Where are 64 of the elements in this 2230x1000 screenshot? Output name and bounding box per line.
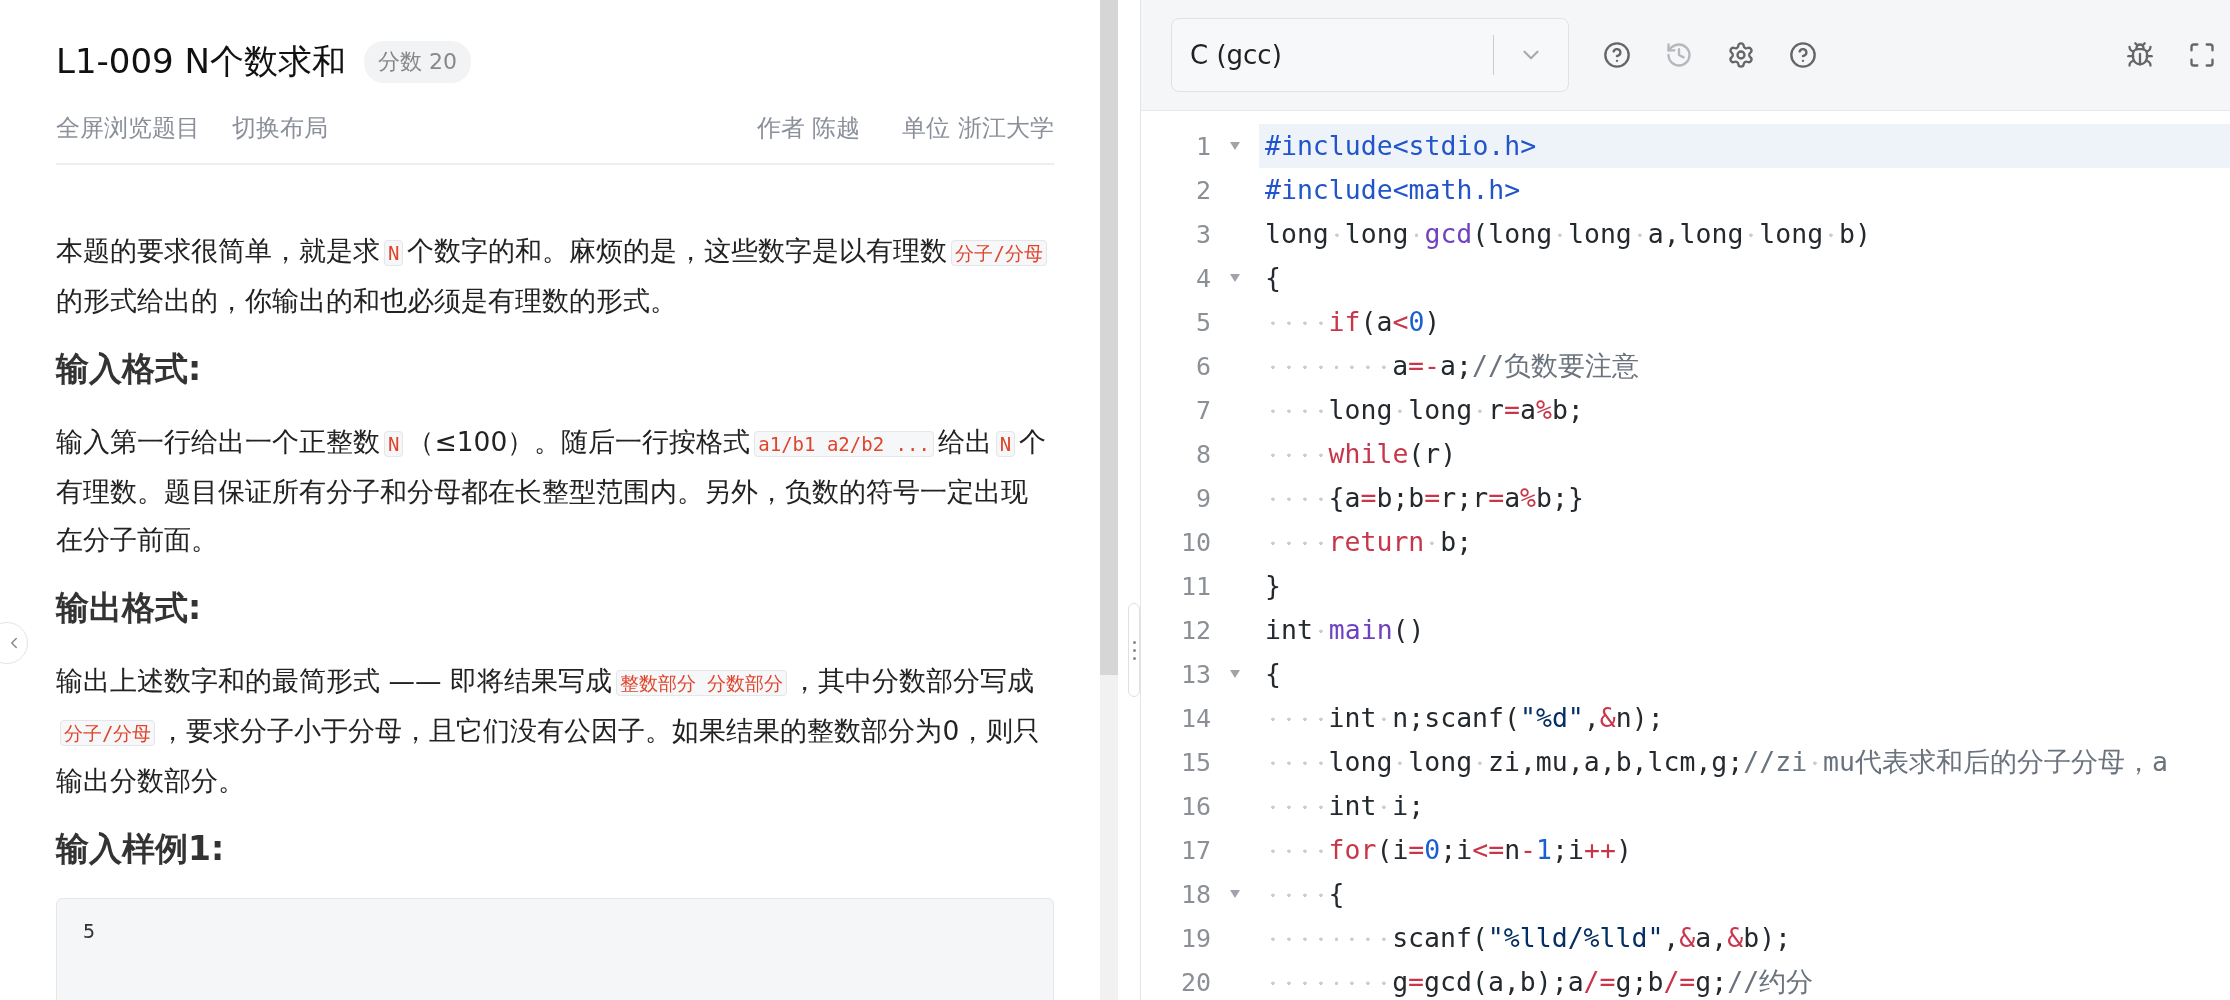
- line-number: 2: [1194, 175, 1211, 205]
- paragraph: 输入第一行给出一个正整数 N （≤100）。随后一行按格式 a1/b1 a2/b2 ... 给出 N 个有理数。题目保证所有分子和分母都在长整型范围内。另外，负数的符号一定出现在分子前面。: [56, 425, 1048, 557]
- line-number: 17: [1179, 835, 1211, 865]
- code-line: {: [1259, 872, 2230, 916]
- line-number: 6: [1194, 351, 1211, 381]
- meta-info: 单位 浙江大学: [902, 113, 1054, 144]
- code-line: int i;: [1259, 784, 2230, 828]
- action-link[interactable]: 切换布局: [232, 112, 328, 144]
- code-line: int n;scanf("%d",&n);: [1259, 696, 2230, 740]
- section-heading: 输入格式:: [56, 348, 203, 390]
- line-number: 20: [1179, 967, 1211, 997]
- section-heading: 输入样例1:: [56, 828, 226, 870]
- code-line: }: [1264, 569, 1282, 603]
- code-line: while(r): [1259, 432, 2230, 476]
- history-button[interactable]: [1665, 41, 1693, 69]
- fold-triangle-icon[interactable]: [1230, 890, 1240, 898]
- line-number: 19: [1179, 923, 1211, 953]
- code-line: scanf("%lld/%lld",&a,&b);: [1259, 916, 2230, 960]
- code-line: {a=b;b=r;r=a%b;}: [1259, 476, 2230, 520]
- code-line: {: [1264, 261, 1282, 295]
- line-number: 16: [1179, 791, 1211, 821]
- line-number: 7: [1194, 395, 1211, 425]
- fullscreen-button[interactable]: [2188, 41, 2216, 69]
- line-number: 10: [1179, 527, 1211, 557]
- settings-button[interactable]: [1727, 41, 1755, 69]
- help-button[interactable]: [1789, 41, 1817, 69]
- fold-triangle-icon[interactable]: [1230, 274, 1240, 282]
- language-select[interactable]: C (gcc): [1171, 18, 1569, 92]
- line-number: 3: [1194, 219, 1211, 249]
- code-line: int main(): [1264, 613, 1426, 647]
- code-line: #include<math.h>: [1264, 173, 1522, 207]
- line-number: 14: [1179, 703, 1211, 733]
- code-line: if(a<0): [1259, 300, 2230, 344]
- fold-triangle-icon[interactable]: [1230, 670, 1240, 678]
- meta-info: 作者 陈越: [756, 113, 861, 144]
- paragraph: 输出上述数字和的最简形式 —— 即将结果写成 整数部分 分数部分 ，其中分数部分写成 分子/分母 ，要求分子小于分母，且它们没有公因子。如果结果的整数部分为0，则只输出分数部分。: [56, 664, 1042, 798]
- line-number: 9: [1194, 483, 1211, 513]
- code-line: long long r=a%b;: [1259, 388, 2230, 432]
- code-line: long long zi,mu,a,b,lcm,g;//zi mu代表求和后的分子分母，a: [1259, 740, 2230, 784]
- section-heading: 输出格式:: [56, 587, 203, 629]
- code-line: long long gcd(long long a,long long b): [1264, 217, 1872, 251]
- line-number: 4: [1194, 263, 1211, 293]
- scrollbar-thumb[interactable]: [1100, 0, 1118, 675]
- line-number: 11: [1179, 571, 1211, 601]
- line-number: 15: [1179, 747, 1211, 777]
- line-number: 12: [1179, 615, 1211, 645]
- resize-handle[interactable]: [1128, 603, 1140, 697]
- help-button[interactable]: [1603, 41, 1631, 69]
- fold-triangle-icon[interactable]: [1230, 142, 1240, 150]
- line-number: 13: [1179, 659, 1211, 689]
- code-line: {: [1264, 657, 1282, 691]
- line-number: 1: [1194, 131, 1211, 161]
- line-number: 5: [1194, 307, 1211, 337]
- line-number: 18: [1179, 879, 1211, 909]
- paragraph: 本题的要求很简单，就是求 N 个数字的和。麻烦的是，这些数字是以有理数 分子/分母 的形式给出的，你输出的和也必须是有理数的形式。: [56, 227, 1054, 325]
- code-line: return b;: [1259, 520, 2230, 564]
- problem-title: L1-009 N个数求和: [56, 40, 346, 83]
- action-link[interactable]: 全屏浏览题目: [56, 112, 200, 144]
- code-line: a=-a;//负数要注意: [1259, 344, 2230, 388]
- line-number: 8: [1194, 439, 1211, 469]
- code-line: g=gcd(a,b);a/=g;b/=g;//约分: [1259, 960, 2230, 1000]
- score-badge: 分数 20: [364, 41, 471, 83]
- debug-button[interactable]: [2126, 41, 2154, 69]
- code-line: for(i=0;i<=n-1;i++): [1259, 828, 2230, 872]
